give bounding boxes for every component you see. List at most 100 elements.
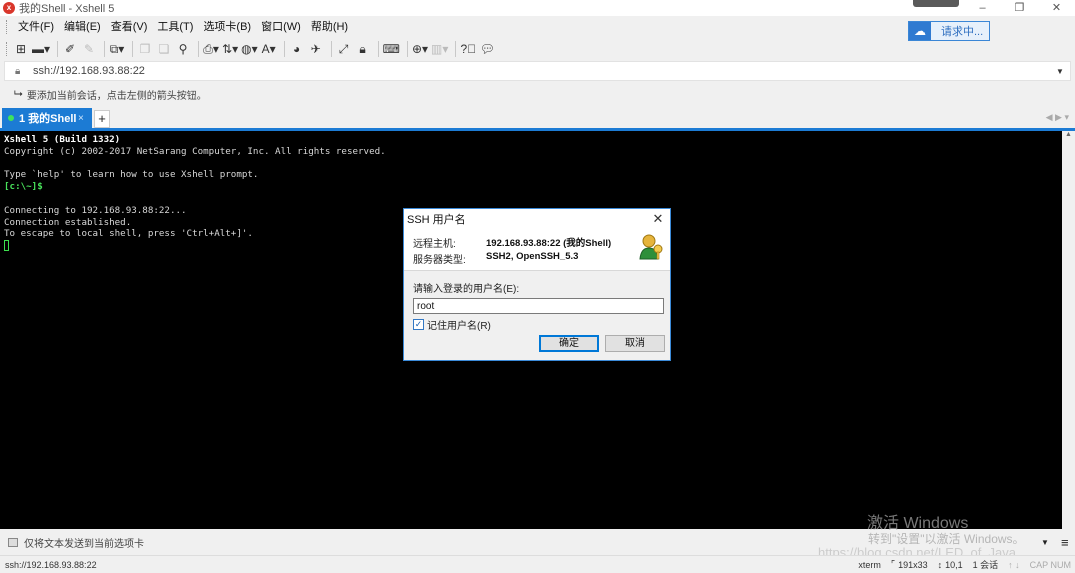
transfer-icon[interactable]: ⇅▾ [222,40,238,58]
menu-view[interactable]: 查看(V) [106,17,153,37]
server-type-label: 服务器类型: [413,255,466,266]
status-arrows-icon: ↑ ↓ [1008,559,1020,570]
toolbar-separator [455,41,457,57]
tray-widget [913,0,959,7]
window-title: 我的Shell - Xshell 5 [19,3,115,15]
toolbar-separator [283,41,285,57]
grip-handle [6,20,9,34]
toolbar-separator [57,41,59,57]
dialog-title: SSH 用户名 [407,214,466,226]
menu-icon[interactable]: ≡ [1061,535,1075,550]
terminal-prompt: [c:\~]$ [4,181,43,193]
keyboard-icon[interactable]: ⌨ [383,40,400,58]
window-controls: – ❐ ✕ [964,0,1075,16]
disconnect-icon[interactable]: ✎ [81,40,97,58]
new-session-icon[interactable]: ⊞ [13,40,29,58]
xshell-window: x 我的Shell - Xshell 5 – ❐ ✕ 文件(F) 编辑(E) 查… [0,0,1075,573]
menu-tabs[interactable]: 选项卡(B) [198,17,256,37]
chevron-down-icon[interactable]: ▼ [1041,538,1061,547]
username-input[interactable] [413,298,664,314]
ok-button[interactable]: 确定 [539,335,599,352]
layout-icon[interactable]: ▥▾ [431,40,448,58]
status-caps: CAP NUM [1029,559,1071,570]
properties-icon[interactable]: ⧉▾ [109,40,125,58]
connect-icon[interactable]: ✐ [62,40,78,58]
status-terminal-type: xterm [858,559,881,570]
tab-nav-arrows-icon[interactable]: ◀ ▶ ▾ [1046,112,1069,123]
address-bar[interactable]: 🔒︎ ssh://192.168.93.88:22 ▼ [4,61,1071,81]
session-hint-bar: ⮡ 要添加当前会话，点击左侧的箭头按钮。 [0,84,1075,104]
fullscreen-icon[interactable]: ⤢ [336,40,352,58]
add-tab-button[interactable]: + [94,110,110,128]
remote-host-value: 192.168.93.88:22 (我的Shell) [486,238,612,249]
minimize-button[interactable]: – [964,0,1001,16]
menu-tools[interactable]: 工具(T) [152,17,198,37]
grip-handle [6,42,9,56]
tab-close-icon[interactable]: × [78,113,92,124]
dialog-body: 请输入登录的用户名(E): ✓ 记住用户名(R) [404,271,670,332]
status-bar: ssh://192.168.93.88:22 xterm ⌜ 191x33 ↕ … [0,555,1075,573]
remote-host-row: 远程主机: 192.168.93.88:22 (我的Shell) [413,235,611,250]
chevron-down-icon[interactable]: ▼ [1056,67,1070,76]
globe-icon[interactable]: ◍▾ [241,40,258,58]
add-tab-icon[interactable]: ⊕▾ [412,40,428,58]
close-button[interactable]: ✕ [1038,0,1075,16]
hint-text: 要添加当前会话，点击左侧的箭头按钮。 [26,90,207,102]
restore-button[interactable]: ❐ [1001,0,1038,16]
compose-icon[interactable] [8,537,18,547]
toolbar-separator [198,41,200,57]
dialog-buttons: 确定 取消 [539,335,671,352]
status-size-icon: ⌜ [890,559,896,569]
terminal-line: Type `help' to learn how to use Xshell p… [4,169,259,181]
lock-icon[interactable]: 🔒︎ [355,40,371,58]
dialog-title-bar: SSH 用户名 ✕ [404,209,670,229]
connected-status-icon [8,115,14,121]
find-icon[interactable]: ⚲ [175,40,191,58]
copy-icon[interactable]: ❐ [137,40,153,58]
font-icon[interactable]: A▾ [261,40,277,58]
address-text: ssh://192.168.93.88:22 [33,65,145,77]
toolbar: ⊞ ▬▾ ✐ ✎ ⧉▾ ❐ ❏ ⚲ ⎙▾ ⇅▾ ◍▾ A▾ ◕ ✈ ⤢ 🔒︎ ⌨… [0,38,1075,60]
remember-username-label[interactable]: 记住用户名(R) [427,317,491,332]
server-type-row: 服务器类型: SSH2, OpenSSH_5.3 [413,251,578,266]
xshell-logo-icon: x [3,2,15,14]
toolbar-separator [132,41,134,57]
server-type-value: SSH2, OpenSSH_5.3 [486,251,579,262]
remote-host-label: 远程主机: [413,239,456,250]
print-icon[interactable]: ⎙▾ [203,40,219,58]
xftp-icon[interactable]: ◕ [289,40,305,58]
scroll-up-icon[interactable]: ▲ [1062,131,1075,138]
terminal-cursor [4,240,9,252]
help-icon[interactable]: ?⃝ [460,40,477,58]
menu-edit[interactable]: 编辑(E) [59,17,106,37]
menu-window[interactable]: 窗口(W) [256,17,306,37]
toolbar-separator [406,41,408,57]
chat-icon[interactable]: 💬︎ [479,40,495,58]
remember-username-row[interactable]: ✓ 记住用户名(R) [413,317,663,332]
remember-username-checkbox[interactable]: ✓ [413,319,424,330]
terminal-line: Xshell 5 (Build 1332) [4,134,121,145]
open-folder-icon[interactable]: ▬▾ [32,40,50,58]
menu-help[interactable]: 帮助(H) [306,17,353,37]
status-address: ssh://192.168.93.88:22 [5,559,97,570]
terminal-scrollbar[interactable]: ▲ [1062,131,1075,529]
username-prompt: 请输入登录的用户名(E): [413,284,520,295]
cancel-button[interactable]: 取消 [605,335,665,352]
ssh-username-dialog: SSH 用户名 ✕ 远程主机: 192.168.93.88:22 (我的Shel… [403,208,671,361]
user-key-icon [639,234,663,260]
tab-label: 1 我的Shell [19,113,77,125]
tab-my-shell[interactable]: 1 我的Shell × [2,108,92,128]
add-session-arrow-icon[interactable]: ⮡ [14,88,23,101]
title-bar: x 我的Shell - Xshell 5 – ❐ ✕ [0,0,1075,16]
dialog-close-icon[interactable]: ✕ [646,211,670,227]
toolbar-separator [330,41,332,57]
request-label: 请求中... [941,26,984,38]
paste-icon[interactable]: ❏ [156,40,172,58]
toolbar-separator [104,41,106,57]
terminal-line: Copyright (c) 2002-2017 NetSarang Comput… [4,145,386,157]
script-icon[interactable]: ✈ [308,40,324,58]
menu-file[interactable]: 文件(F) [13,17,59,37]
lock-icon: 🔒︎ [15,65,21,77]
